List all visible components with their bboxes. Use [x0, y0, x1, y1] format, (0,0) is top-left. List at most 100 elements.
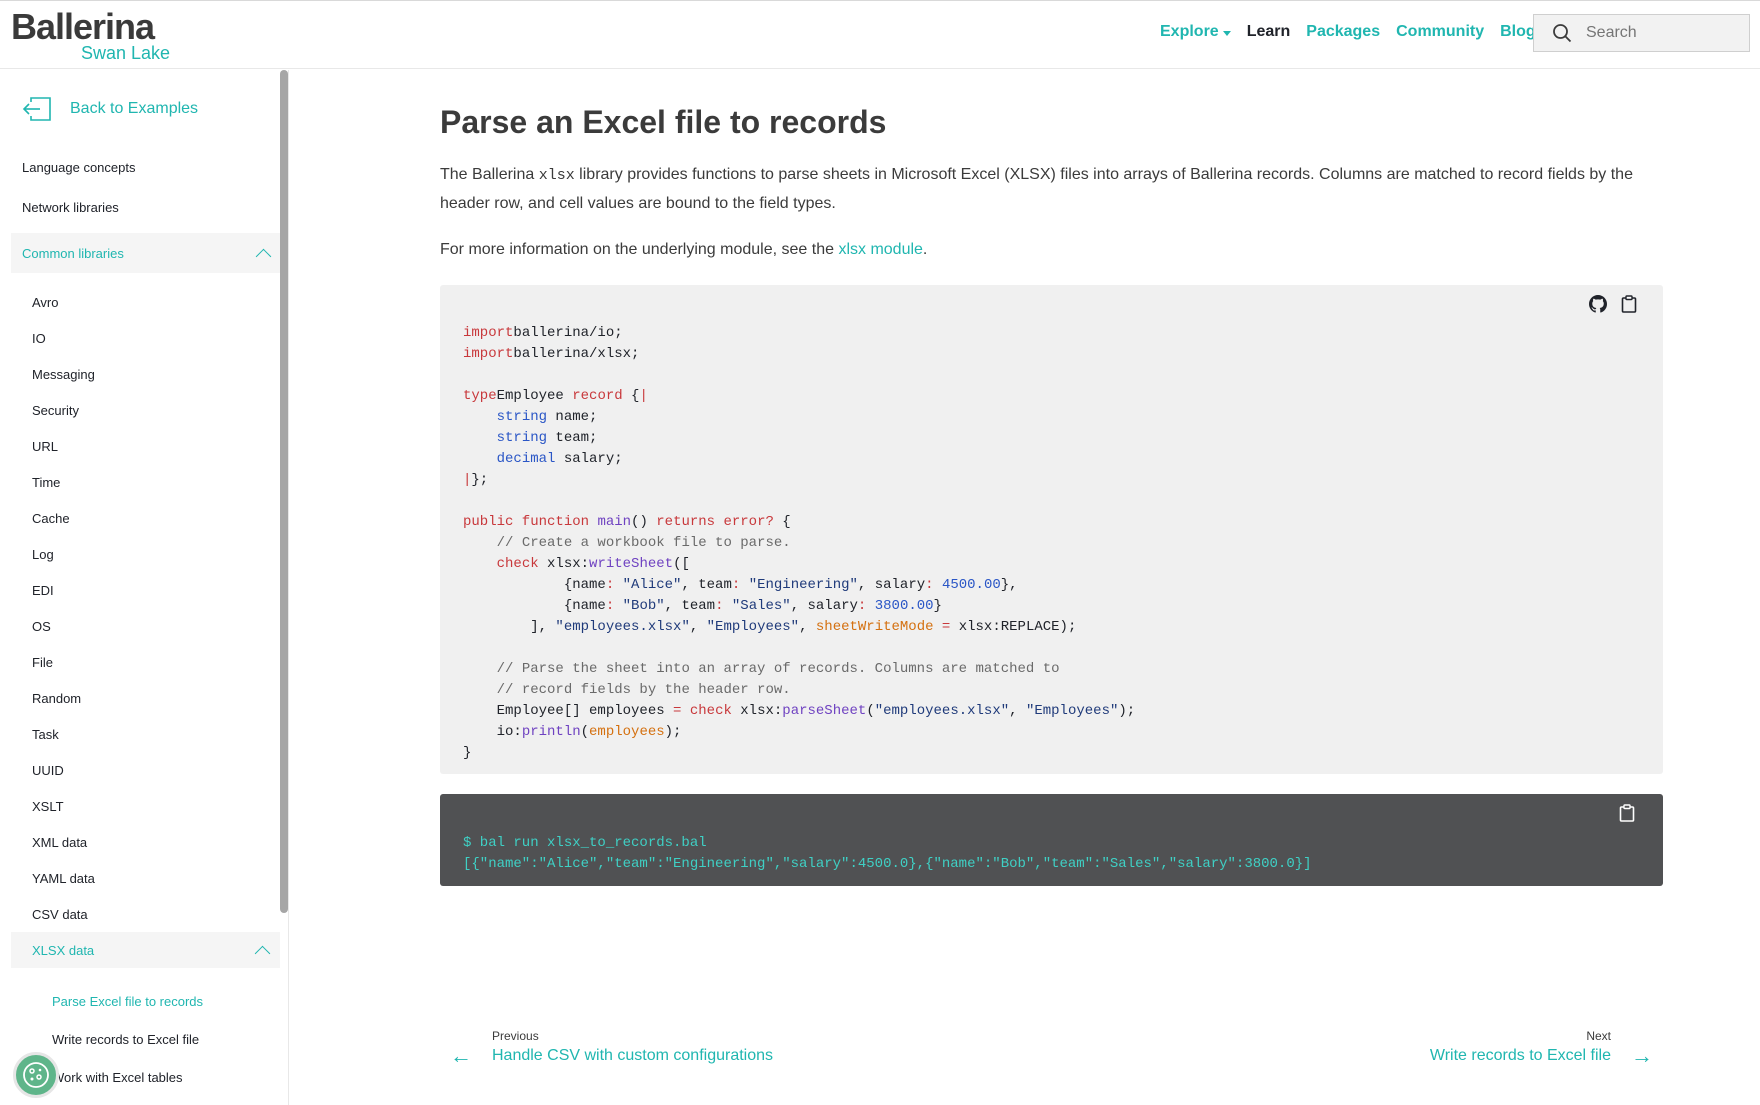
- code-token: "Engineering": [748, 577, 858, 593]
- code-token: 3800.00: [874, 598, 934, 614]
- cookie-settings-button[interactable]: [13, 1052, 59, 1098]
- more-info-text: For more information on the underlying m…: [440, 241, 839, 258]
- sidebar-item-time[interactable]: Time: [32, 475, 60, 490]
- code-token: Employee: [496, 388, 573, 404]
- copy-icon[interactable]: [1621, 295, 1637, 313]
- code-token: };: [471, 472, 489, 488]
- back-to-examples-link[interactable]: Back to Examples: [22, 96, 198, 122]
- previous-link[interactable]: ← Previous Handle CSV with custom config…: [450, 1025, 773, 1069]
- sidebar-item-file[interactable]: File: [32, 655, 53, 670]
- github-icon[interactable]: [1589, 295, 1607, 313]
- code-token: decimal: [496, 451, 556, 467]
- code-line: Employee[] employees = check xlsx:parseS…: [463, 701, 1136, 722]
- back-to-examples-label: Back to Examples: [70, 100, 199, 117]
- code-token: // record fields by the header row.: [496, 682, 791, 698]
- code-token: ],: [463, 619, 556, 635]
- cookie-icon: [23, 1062, 49, 1088]
- more-info-paragraph: For more information on the underlying m…: [440, 236, 1665, 264]
- sidebar-item-messaging[interactable]: Messaging: [32, 367, 95, 382]
- ballerina-logo[interactable]: Ballerina Swan Lake: [11, 7, 170, 64]
- nav-explore[interactable]: Explore: [1160, 23, 1231, 41]
- sidebar-item-cache[interactable]: Cache: [32, 511, 70, 526]
- code-token: sheetWriteMode: [815, 619, 934, 635]
- sidebar-item-parse-excel[interactable]: Parse Excel file to records: [52, 994, 203, 1009]
- sidebar-item-security[interactable]: Security: [32, 403, 79, 418]
- previous-title: Handle CSV with custom configurations: [492, 1047, 774, 1064]
- next-title: Write records to Excel file: [1429, 1047, 1611, 1064]
- sidebar-item-url[interactable]: URL: [32, 439, 58, 454]
- sidebar-item-yaml-data[interactable]: YAML data: [32, 871, 95, 886]
- sidebar-item-xlsx-data[interactable]: XLSX data: [11, 932, 280, 968]
- code-token: import: [463, 346, 514, 362]
- code-token: , salary: [857, 577, 926, 593]
- code-line: ], "employees.xlsx", "Employees", sheetW…: [463, 617, 1135, 638]
- code-line: importballerina/xlsx;: [463, 344, 1135, 365]
- chevron-up-icon: [255, 248, 272, 264]
- code-token: check: [496, 556, 539, 572]
- chevron-up-icon: [254, 945, 271, 961]
- code-token: ballerina/xlsx;: [513, 346, 640, 362]
- code-token: ([: [673, 556, 690, 572]
- code-token: team;: [547, 430, 598, 446]
- common-libraries-label: Common libraries: [22, 245, 124, 261]
- intro-paragraph: The Ballerina xlsx library provides func…: [440, 161, 1665, 218]
- code-token: "Employees": [706, 619, 800, 635]
- sidebar-scrollbar[interactable]: [280, 70, 288, 913]
- code-line: decimal salary;: [463, 449, 1135, 470]
- sidebar-item-network-libraries[interactable]: Network libraries: [22, 200, 119, 215]
- nav-blog[interactable]: Blog: [1500, 23, 1536, 41]
- code-token: // Create a workbook file to parse.: [496, 535, 791, 551]
- search-box[interactable]: [1533, 14, 1750, 52]
- sidebar-item-language-concepts[interactable]: Language concepts: [22, 160, 135, 175]
- nav-community[interactable]: Community: [1396, 23, 1484, 41]
- search-input[interactable]: [1586, 24, 1736, 42]
- arrow-left-icon: ←: [450, 1043, 472, 1068]
- sidebar-item-csv-data[interactable]: CSV data: [32, 907, 88, 922]
- sidebar-item-uuid[interactable]: UUID: [32, 763, 64, 778]
- logo-subtitle: Swan Lake: [81, 43, 171, 63]
- sidebar-item-xml-data[interactable]: XML data: [32, 835, 87, 850]
- xlsx-module-link[interactable]: xlsx module: [838, 241, 922, 258]
- next-link[interactable]: Next Write records to Excel file →: [1430, 1025, 1653, 1069]
- code-line: }: [463, 743, 1135, 764]
- nav-learn[interactable]: Learn: [1247, 23, 1291, 41]
- output-result: [{"name":"Alice","team":"Engineering","s…: [463, 856, 1312, 872]
- code-token: {name: [463, 577, 606, 593]
- sidebar-item-random[interactable]: Random: [32, 691, 81, 706]
- code-token: salary;: [555, 451, 623, 467]
- code-token: |: [639, 388, 648, 404]
- nav-packages[interactable]: Packages: [1306, 23, 1380, 41]
- sidebar-item-task[interactable]: Task: [32, 727, 59, 742]
- sidebar-item-write-records[interactable]: Write records to Excel file: [52, 1032, 199, 1047]
- sidebar-item-os[interactable]: OS: [32, 619, 51, 634]
- chevron-down-icon: [1222, 30, 1231, 36]
- sidebar-item-excel-tables[interactable]: Work with Excel tables: [52, 1070, 183, 1085]
- sidebar-item-common-libraries[interactable]: Common libraries: [11, 233, 280, 273]
- code-token: // Parse the sheet into an array of reco…: [496, 661, 1060, 677]
- sidebar-item-edi[interactable]: EDI: [32, 583, 54, 598]
- code-token: Employee[] employees: [463, 703, 674, 719]
- sidebar-item-avro[interactable]: Avro: [32, 295, 59, 310]
- previous-label: Previous: [492, 1029, 539, 1043]
- copy-icon[interactable]: [1619, 804, 1635, 822]
- sidebar-item-io[interactable]: IO: [32, 331, 46, 346]
- code-line: importballerina/io;: [463, 323, 1135, 344]
- output-block: $ bal run xlsx_to_records.bal [{"name":"A…: [440, 794, 1663, 886]
- code-token: ,: [799, 619, 816, 635]
- code-token: xlsx:: [731, 703, 783, 719]
- code-line: {name: "Alice", team: "Engineering", sal…: [463, 575, 1135, 596]
- sidebar-item-log[interactable]: Log: [32, 547, 54, 562]
- code-token: writeSheet: [589, 556, 674, 572]
- top-header: Ballerina Swan Lake Explore Learn Packag…: [0, 1, 1760, 69]
- arrow-right-icon: →: [1631, 1043, 1653, 1068]
- sidebar-item-xslt[interactable]: XSLT: [32, 799, 64, 814]
- code-token: xlsx:REPLACE);: [950, 619, 1077, 635]
